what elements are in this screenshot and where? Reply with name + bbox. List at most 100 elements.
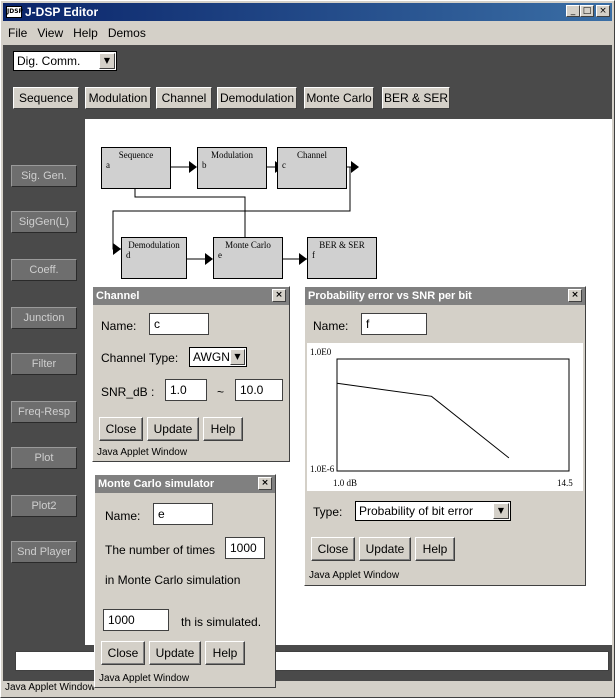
times-label: The number of times bbox=[105, 543, 216, 557]
monte-carlo-button[interactable]: Monte Carlo bbox=[304, 87, 374, 109]
dialog-title-bar[interactable]: Channel × bbox=[93, 287, 289, 305]
simulated-field[interactable]: 1000 bbox=[103, 609, 169, 631]
dialog-title: Probability error vs SNR per bit bbox=[308, 290, 472, 302]
close-button[interactable]: Close bbox=[101, 641, 145, 665]
sig-gen-button[interactable]: Sig. Gen. bbox=[11, 165, 77, 187]
chevron-down-icon[interactable]: ▼ bbox=[99, 53, 115, 69]
sequence-button[interactable]: Sequence bbox=[13, 87, 79, 109]
plot2-button[interactable]: Plot2 bbox=[11, 495, 77, 517]
close-icon[interactable]: × bbox=[272, 289, 286, 302]
x-min-label: 1.0 dB bbox=[333, 478, 358, 488]
help-button[interactable]: Help bbox=[203, 417, 243, 441]
update-button[interactable]: Update bbox=[147, 417, 199, 441]
toolbar-area: Dig. Comm. ▼ Sequence Modulation Channel… bbox=[3, 45, 612, 119]
block-label: Demodulation bbox=[128, 240, 180, 250]
update-button[interactable]: Update bbox=[149, 641, 201, 665]
title-bar[interactable]: JDSP J-DSP Editor _ □ × bbox=[3, 3, 612, 21]
error-type-select[interactable]: Probability of bit error ▼ bbox=[355, 501, 511, 521]
block-monte-carlo[interactable]: Monte Carlo e bbox=[213, 237, 283, 279]
sidebar: Sig. Gen. SigGen(L) Coeff. Junction Filt… bbox=[3, 119, 85, 645]
block-id: a bbox=[106, 160, 110, 170]
menu-help[interactable]: Help bbox=[68, 26, 103, 40]
y-min-label: 1.0E-6 bbox=[310, 464, 335, 474]
channel-type-label: Channel Type: bbox=[101, 351, 179, 365]
category-select[interactable]: Dig. Comm. ▼ bbox=[13, 51, 117, 71]
probability-dialog: Probability error vs SNR per bit × Name:… bbox=[304, 286, 586, 586]
coeff-button[interactable]: Coeff. bbox=[11, 259, 77, 281]
help-button[interactable]: Help bbox=[205, 641, 245, 665]
channel-type-select[interactable]: AWGN ▼ bbox=[189, 347, 247, 367]
close-icon[interactable]: × bbox=[568, 289, 582, 302]
snd-player-button[interactable]: Snd Player bbox=[11, 541, 77, 563]
channel-button[interactable]: Channel bbox=[156, 87, 212, 109]
menu-demos[interactable]: Demos bbox=[103, 26, 151, 40]
update-button[interactable]: Update bbox=[359, 537, 411, 561]
times-field[interactable]: 1000 bbox=[225, 537, 265, 559]
maximize-button[interactable]: □ bbox=[580, 5, 594, 17]
ber-ser-button[interactable]: BER & SER bbox=[382, 87, 450, 109]
category-select-value: Dig. Comm. bbox=[17, 54, 81, 68]
menu-view[interactable]: View bbox=[32, 26, 68, 40]
close-button[interactable]: Close bbox=[99, 417, 143, 441]
block-channel[interactable]: Channel c bbox=[277, 147, 347, 189]
name-field[interactable]: e bbox=[153, 503, 213, 525]
simulated-label: th is simulated. bbox=[181, 615, 262, 629]
plot-area: 1.0E0 1.0E-6 1.0 dB 14.5 bbox=[307, 343, 583, 491]
window-title: J-DSP Editor bbox=[25, 5, 99, 19]
close-icon[interactable]: × bbox=[258, 477, 272, 490]
x-max-label: 14.5 bbox=[557, 478, 573, 488]
snr-separator: ~ bbox=[217, 385, 225, 399]
demodulation-button[interactable]: Demodulation bbox=[217, 87, 297, 109]
menu-file[interactable]: File bbox=[3, 26, 32, 40]
minimize-button[interactable]: _ bbox=[566, 5, 580, 17]
dialog-title: Monte Carlo simulator bbox=[98, 478, 215, 490]
block-label: BER & SER bbox=[319, 240, 365, 250]
name-field[interactable]: f bbox=[361, 313, 427, 335]
applet-window-label: Java Applet Window bbox=[99, 673, 190, 684]
name-label: Name: bbox=[313, 319, 349, 333]
applet-window-label: Java Applet Window bbox=[309, 570, 400, 581]
modulation-button[interactable]: Modulation bbox=[85, 87, 151, 109]
block-label: Monte Carlo bbox=[225, 240, 271, 250]
dialog-title: Channel bbox=[96, 290, 140, 302]
block-id: b bbox=[202, 160, 207, 170]
dialog-title-bar[interactable]: Probability error vs SNR per bit × bbox=[305, 287, 585, 305]
block-id: f bbox=[312, 250, 315, 260]
name-label: Name: bbox=[101, 319, 137, 333]
channel-dialog: Channel × Name: c Channel Type: AWGN ▼ S… bbox=[92, 286, 290, 462]
name-field[interactable]: c bbox=[149, 313, 209, 335]
error-type-value: Probability of bit error bbox=[359, 504, 474, 518]
block-id: e bbox=[218, 250, 222, 260]
filter-button[interactable]: Filter bbox=[11, 353, 77, 375]
block-label: Modulation bbox=[211, 150, 253, 160]
block-label: Channel bbox=[297, 150, 327, 160]
times-label-2: in Monte Carlo simulation bbox=[105, 573, 241, 587]
freq-resp-button[interactable]: Freq-Resp bbox=[11, 401, 77, 423]
block-id: d bbox=[126, 250, 131, 260]
dialog-title-bar[interactable]: Monte Carlo simulator × bbox=[95, 475, 275, 493]
menu-bar: File View Help Demos bbox=[3, 23, 151, 43]
plot-button[interactable]: Plot bbox=[11, 447, 77, 469]
junction-button[interactable]: Junction bbox=[11, 307, 77, 329]
type-label: Type: bbox=[313, 505, 343, 519]
block-id: c bbox=[282, 160, 286, 170]
block-demodulation[interactable]: Demodulation d bbox=[121, 237, 187, 279]
block-sequence[interactable]: Sequence a bbox=[101, 147, 171, 189]
block-ber-ser[interactable]: BER & SER f bbox=[307, 237, 377, 279]
snr-label: SNR_dB : bbox=[101, 385, 155, 399]
block-modulation[interactable]: Modulation b bbox=[197, 147, 267, 189]
plot-frame bbox=[336, 358, 570, 472]
chevron-down-icon[interactable]: ▼ bbox=[493, 503, 509, 519]
error-chart bbox=[336, 358, 570, 472]
snr-to-field[interactable]: 10.0 bbox=[235, 379, 283, 401]
help-button[interactable]: Help bbox=[415, 537, 455, 561]
monte-carlo-dialog: Monte Carlo simulator × Name: e The numb… bbox=[94, 474, 276, 688]
series-line bbox=[336, 382, 510, 459]
siggen-l-button[interactable]: SigGen(L) bbox=[11, 211, 77, 233]
chevron-down-icon[interactable]: ▼ bbox=[229, 349, 245, 365]
close-button[interactable]: Close bbox=[311, 537, 355, 561]
applet-window-label: Java Applet Window bbox=[97, 447, 188, 458]
channel-type-value: AWGN bbox=[193, 350, 230, 364]
snr-from-field[interactable]: 1.0 bbox=[165, 379, 207, 401]
close-window-button[interactable]: × bbox=[596, 5, 610, 17]
